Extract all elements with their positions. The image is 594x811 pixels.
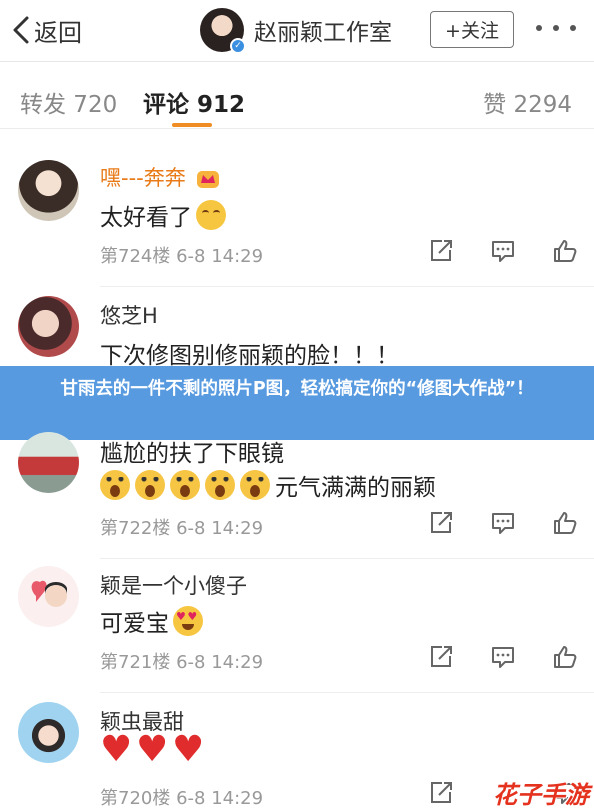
comment-meta: 第722楼 6-8 14:29 xyxy=(100,518,264,539)
chevron-left-icon xyxy=(13,16,29,44)
tab-bar: 转发 720 评论 912 赞 2294 xyxy=(0,63,594,129)
tab-repost[interactable]: 转发 720 xyxy=(20,85,117,119)
heart-avatar-icon xyxy=(31,580,67,607)
back-label: 返回 xyxy=(34,18,82,47)
scream-emoji-icon xyxy=(135,470,165,500)
profile-header[interactable]: ✓ 赵丽颖工作室 xyxy=(200,8,392,54)
comment-meta: 第724楼 6-8 14:29 xyxy=(100,246,264,267)
profile-name: 赵丽颖工作室 xyxy=(254,20,392,46)
watermark-logo: 花子手游 xyxy=(493,781,589,809)
vip-crown-icon xyxy=(197,171,220,188)
comment-icon[interactable] xyxy=(490,510,516,536)
avatar[interactable] xyxy=(18,702,79,763)
avatar[interactable] xyxy=(18,566,79,627)
back-button[interactable]: 返回 xyxy=(10,10,82,50)
comment-meta: 第721楼 6-8 14:29 xyxy=(100,652,264,673)
comment-actions xyxy=(428,238,578,264)
avatar[interactable] xyxy=(18,296,79,357)
red-heart-icon xyxy=(136,730,168,770)
active-tab-indicator xyxy=(172,123,212,127)
scream-emoji-icon xyxy=(100,470,130,500)
share-icon[interactable] xyxy=(428,780,454,806)
share-icon[interactable] xyxy=(428,510,454,536)
like-icon[interactable] xyxy=(552,644,578,670)
comment-text-line2: 元气满满的丽颖 xyxy=(100,468,436,502)
comment-icon[interactable] xyxy=(490,644,516,670)
top-nav-bar: 返回 ✓ 赵丽颖工作室 +关注 xyxy=(0,0,594,62)
like-icon[interactable] xyxy=(552,238,578,264)
comment-author[interactable]: 颖是一个小傻子 xyxy=(100,570,247,600)
comment-text: 下次修图别修丽颖的脸！！！ xyxy=(100,343,399,369)
comment-author[interactable]: 嘿---奔奔 xyxy=(100,162,220,192)
heart-eyes-emoji-icon xyxy=(173,606,203,636)
comment-text: 可爱宝 xyxy=(100,604,208,638)
comment-text xyxy=(100,730,208,770)
divider xyxy=(100,692,594,693)
share-icon[interactable] xyxy=(428,238,454,264)
red-heart-icon xyxy=(100,730,132,770)
avatar[interactable] xyxy=(18,432,79,493)
avatar[interactable] xyxy=(18,160,79,221)
more-options-icon[interactable] xyxy=(536,18,576,38)
scream-emoji-icon xyxy=(240,470,270,500)
comment-actions xyxy=(428,644,578,670)
comment-author[interactable]: 悠芝H xyxy=(100,300,158,330)
scream-emoji-icon xyxy=(205,470,235,500)
grinning-emoji-icon xyxy=(196,200,226,230)
headline-banner: 甘雨去的一件不剩的照片P图，轻松搞定你的“修图大作战”！ xyxy=(0,366,594,440)
avatar[interactable]: ✓ xyxy=(200,8,246,54)
comment-meta: 第720楼 6-8 14:29 xyxy=(100,788,264,809)
verified-badge-icon: ✓ xyxy=(230,38,246,54)
follow-button[interactable]: +关注 xyxy=(430,11,514,48)
tab-like[interactable]: 赞 2294 xyxy=(483,85,572,119)
red-heart-icon xyxy=(172,730,204,770)
comment-actions xyxy=(428,510,578,536)
comment-text: 太好看了 xyxy=(100,198,231,232)
divider xyxy=(100,558,594,559)
comment-icon[interactable] xyxy=(490,238,516,264)
share-icon[interactable] xyxy=(428,644,454,670)
comment-text: 尴尬的扶了下眼镜 xyxy=(100,441,284,467)
divider xyxy=(100,286,594,287)
like-icon[interactable] xyxy=(552,510,578,536)
tab-comment[interactable]: 评论 912 xyxy=(143,85,245,119)
scream-emoji-icon xyxy=(170,470,200,500)
